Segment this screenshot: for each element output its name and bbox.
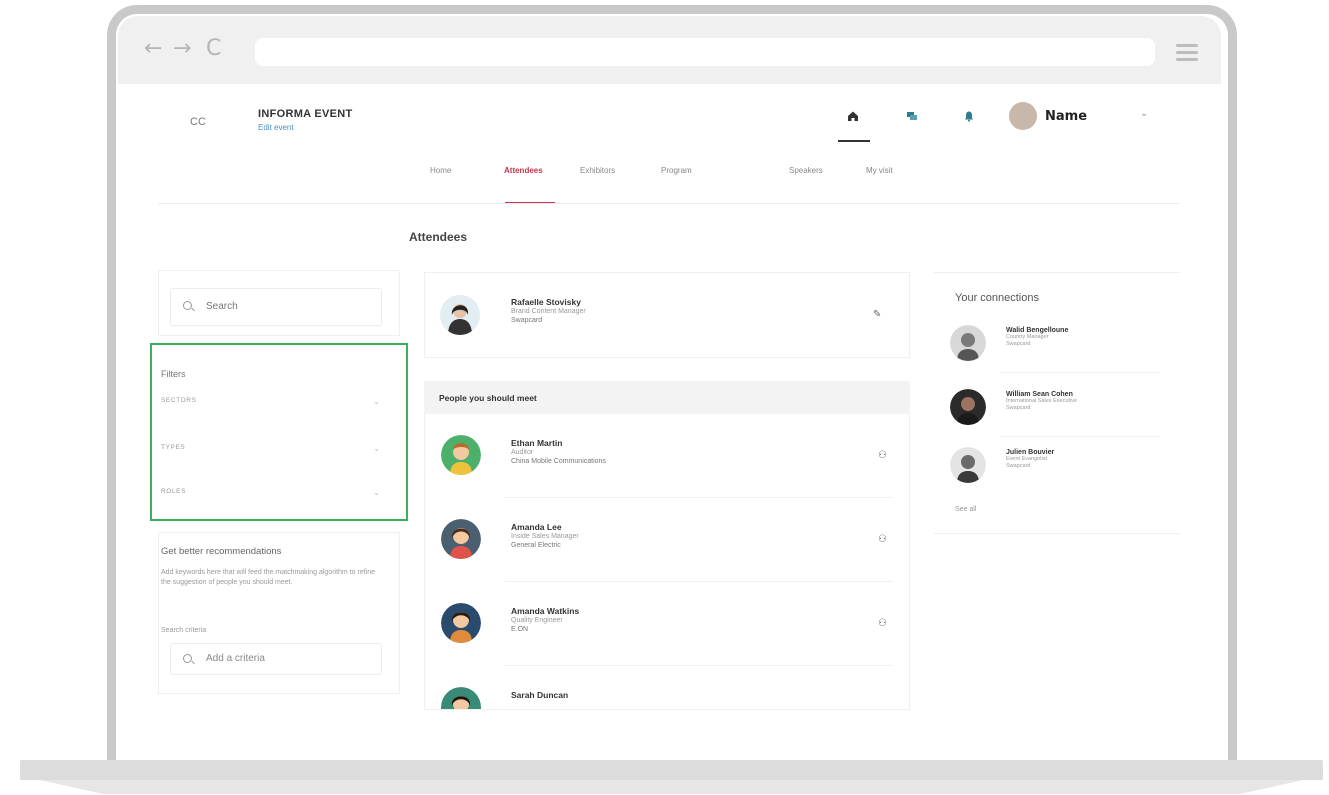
list-item[interactable]: Amanda Watkins Quality Engineer E.ON ⚇ xyxy=(425,582,909,666)
list-item[interactable]: Sarah Duncan xyxy=(425,666,909,709)
event-logo[interactable]: CC xyxy=(190,116,206,128)
tab-attendees[interactable]: Attendees xyxy=(504,166,543,175)
profile-name: Rafaelle Stovisky xyxy=(511,297,581,307)
connection-company: Swapcard xyxy=(1006,341,1031,347)
add-contact-icon[interactable]: ⚇ xyxy=(878,618,887,629)
connection-avatar xyxy=(950,325,986,361)
person-company: China Mobile Communications xyxy=(511,458,606,465)
edit-event-link[interactable]: Edit event xyxy=(258,123,294,132)
connection-name: Walid Bengelloune xyxy=(1006,327,1069,334)
divider xyxy=(1000,436,1160,437)
chevron-down-icon: ⌄ xyxy=(373,488,380,497)
filter-label: SECTORS xyxy=(161,397,197,404)
connection-item[interactable]: Julien Bouvier Event Evangelist Swapcard xyxy=(950,447,1160,499)
back-arrow-icon[interactable]: ← xyxy=(144,38,162,60)
chevron-down-icon: ⌄ xyxy=(373,397,380,406)
list-item[interactable]: Ethan Martin Auditor China Mobile Commun… xyxy=(425,414,909,498)
person-company: E.ON xyxy=(511,626,529,633)
connection-company: Swapcard xyxy=(1006,405,1031,411)
connection-title: Event Evangelist xyxy=(1006,456,1047,462)
chat-icon[interactable] xyxy=(906,110,918,122)
person-title: Auditor xyxy=(511,449,534,456)
search-placeholder: Search xyxy=(206,301,238,312)
criteria-input[interactable]: Add a criteria xyxy=(170,643,382,675)
chevron-down-icon[interactable]: ⌄ xyxy=(1140,108,1148,119)
divider xyxy=(1000,372,1160,373)
profile-card[interactable]: Rafaelle Stovisky Brand Content Manager … xyxy=(424,272,910,358)
pencil-icon[interactable]: ✎ xyxy=(873,309,881,320)
person-avatar xyxy=(441,603,481,643)
tab-speakers[interactable]: Speakers xyxy=(789,166,823,175)
filter-label: ROLES xyxy=(161,488,187,495)
person-title: Quality Engineer xyxy=(511,617,563,624)
forward-arrow-icon[interactable]: → xyxy=(173,38,191,60)
connection-company: Swapcard xyxy=(1006,463,1031,469)
connection-title: International Sales Executive xyxy=(1006,398,1077,404)
connection-item[interactable]: William Sean Cohen International Sales E… xyxy=(950,389,1160,441)
chevron-down-icon: ⌄ xyxy=(373,444,380,453)
person-title: Inside Sales Manager xyxy=(511,533,579,540)
filter-roles[interactable]: ROLES ⌄ xyxy=(161,488,386,502)
person-name: Ethan Martin xyxy=(511,438,563,448)
see-all-link[interactable]: See all xyxy=(955,506,976,513)
home-active-indicator xyxy=(838,140,870,142)
person-avatar xyxy=(441,687,481,709)
avatar[interactable] xyxy=(1009,102,1037,130)
reload-icon[interactable]: C xyxy=(206,38,221,60)
connection-name: William Sean Cohen xyxy=(1006,391,1073,398)
list-item[interactable]: Amanda Lee Inside Sales Manager General … xyxy=(425,498,909,582)
tab-exhibitors[interactable]: Exhibitors xyxy=(580,166,615,175)
recommendations-title: Get better recommendations xyxy=(161,546,282,557)
filter-types[interactable]: TYPES ⌄ xyxy=(161,444,386,458)
person-company: General Electric xyxy=(511,542,561,549)
person-avatar xyxy=(441,519,481,559)
page-title: Attendees xyxy=(409,230,468,244)
profile-company: Swapcard xyxy=(511,317,543,324)
connections-title: Your connections xyxy=(955,292,1039,304)
person-avatar xyxy=(441,435,481,475)
connection-avatar xyxy=(950,389,986,425)
bell-icon[interactable] xyxy=(963,110,975,122)
home-icon[interactable] xyxy=(847,110,859,122)
add-contact-icon[interactable]: ⚇ xyxy=(878,534,887,545)
menu-icon[interactable] xyxy=(1176,44,1198,65)
meet-section-title: People you should meet xyxy=(439,393,537,403)
event-title: INFORMA EVENT xyxy=(258,108,353,120)
connection-name: Julien Bouvier xyxy=(1006,449,1055,456)
person-name: Amanda Watkins xyxy=(511,606,580,616)
tabs-divider xyxy=(158,203,1180,204)
tab-my-visit[interactable]: My visit xyxy=(866,166,893,175)
profile-title: Brand Content Manager xyxy=(511,308,586,315)
laptop-base-foot xyxy=(40,780,1303,794)
meet-section-header: People you should meet xyxy=(424,381,910,414)
add-contact-icon[interactable]: ⚇ xyxy=(878,450,887,461)
connection-item[interactable]: Walid Bengelloune Country Manager Swapca… xyxy=(950,325,1160,377)
url-bar[interactable] xyxy=(255,38,1155,66)
connection-avatar xyxy=(950,447,986,483)
filter-sectors[interactable]: SECTORS ⌄ xyxy=(161,397,386,411)
tab-home[interactable]: Home xyxy=(430,166,451,175)
recommendations-description: Add keywords here that will feed the mat… xyxy=(161,569,375,586)
meet-list: Ethan Martin Auditor China Mobile Commun… xyxy=(424,414,910,710)
search-icon xyxy=(183,654,192,663)
filters-title: Filters xyxy=(161,369,186,379)
profile-avatar xyxy=(440,295,480,335)
filter-label: TYPES xyxy=(161,444,186,451)
tab-program[interactable]: Program xyxy=(661,166,692,175)
criteria-placeholder: Add a criteria xyxy=(206,653,265,664)
user-name[interactable]: Name xyxy=(1045,109,1087,124)
laptop-base xyxy=(20,760,1323,780)
person-name: Sarah Duncan xyxy=(511,690,569,700)
search-icon xyxy=(183,301,192,310)
search-criteria-label: Search criteria xyxy=(161,627,207,634)
person-name: Amanda Lee xyxy=(511,522,562,532)
connection-title: Country Manager xyxy=(1006,334,1049,340)
search-input[interactable]: Search xyxy=(170,288,382,326)
